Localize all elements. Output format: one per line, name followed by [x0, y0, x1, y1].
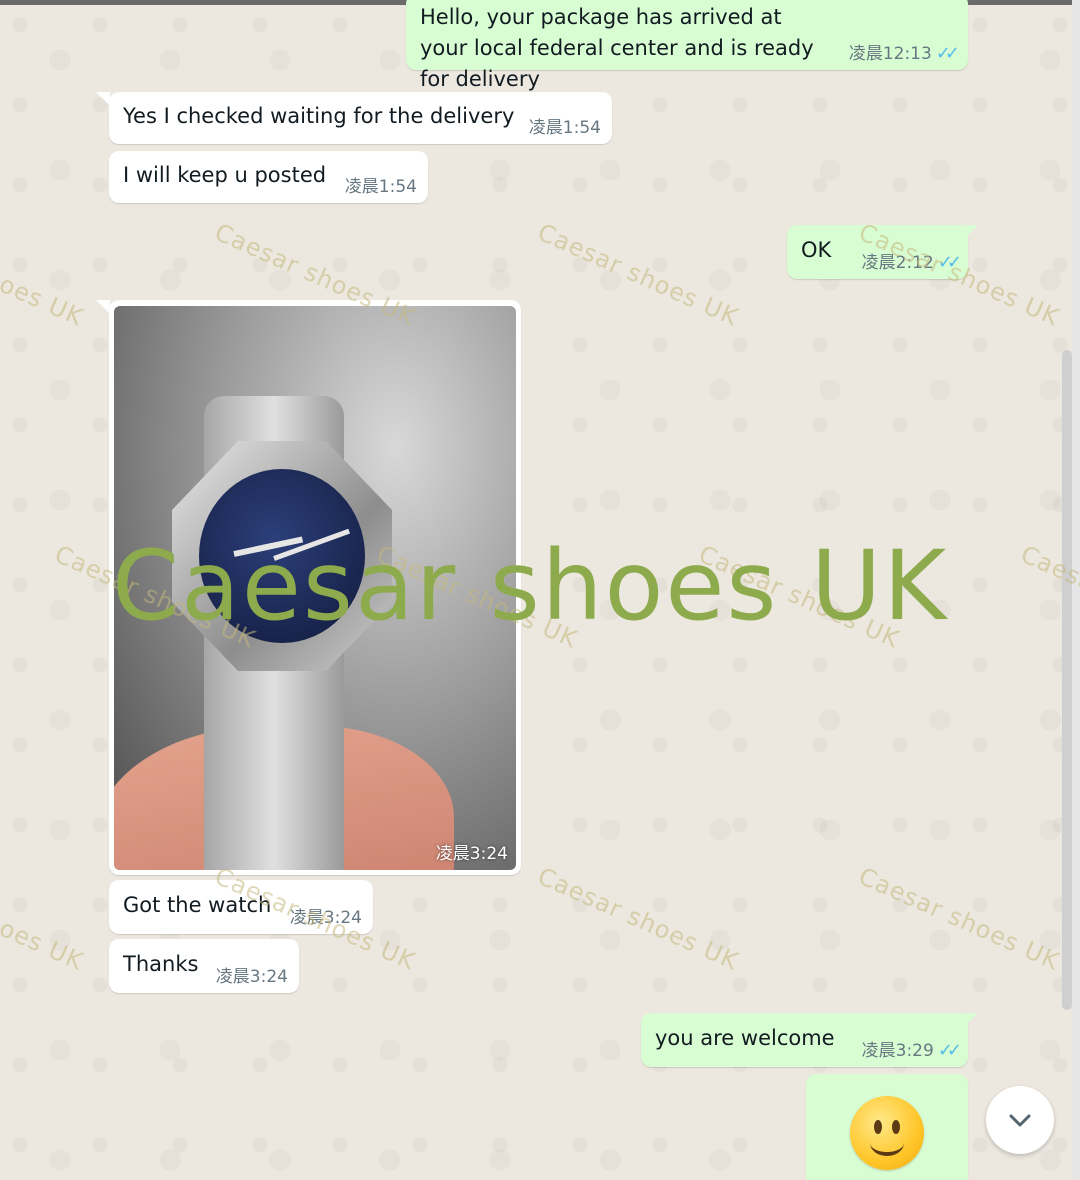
scroll-to-bottom-button[interactable] — [986, 1086, 1054, 1154]
message-bubble-outgoing[interactable]: Hello, your package has arrived at your … — [406, 0, 968, 91]
message-bubble-incoming[interactable]: Yes I checked waiting for the delivery 凌… — [109, 92, 612, 144]
smiley-face-icon — [850, 1096, 924, 1170]
message-text: Thanks — [123, 952, 199, 976]
message-time: 凌晨3:29 — [861, 1041, 934, 1061]
bubble-tail — [96, 92, 110, 106]
message-time: 凌晨12:13 — [848, 44, 932, 64]
bubble-tail — [96, 300, 110, 314]
message-text: Yes I checked waiting for the delivery — [123, 104, 515, 128]
chevron-down-icon — [1009, 1114, 1031, 1127]
message-bubble-incoming[interactable]: Thanks 凌晨3:24 — [109, 939, 299, 993]
message-time: 凌晨3:24 — [215, 967, 288, 987]
message-time: 凌晨1:54 — [344, 177, 417, 197]
message-text: I will keep u posted — [123, 163, 327, 187]
read-receipt-icon: ✓✓ — [935, 43, 960, 64]
message-text: you are welcome — [655, 1026, 835, 1050]
scrollbar-thumb[interactable] — [1062, 350, 1072, 1010]
message-time: 凌晨3:24 — [435, 844, 508, 864]
message-meta: 凌晨12:13 ✓✓ — [848, 39, 960, 64]
read-receipt-icon: ✓✓ — [937, 1040, 962, 1061]
message-text: OK — [801, 238, 832, 262]
watermark-large: Caesar shoes UK — [112, 530, 949, 642]
message-bubble-outgoing[interactable]: you are welcome 凌晨3:29 ✓✓ — [641, 1013, 968, 1067]
message-text: Hello, your package has arrived at your … — [420, 5, 814, 91]
message-bubble-incoming[interactable]: I will keep u posted 凌晨1:54 — [109, 151, 428, 203]
message-meta: 凌晨3:29 ✓✓ — [861, 1036, 962, 1061]
message-time: 凌晨1:54 — [528, 118, 601, 138]
